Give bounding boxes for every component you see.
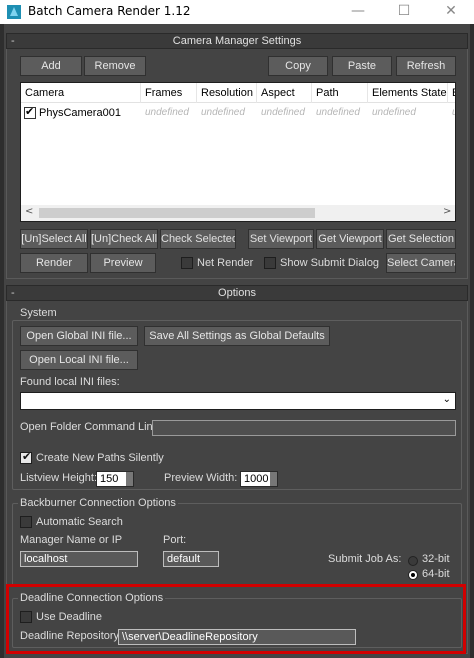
port-label: Port:: [163, 534, 187, 546]
title-bar: Batch Camera Render 1.12 — ☐ ✕: [0, 0, 474, 24]
column-resolution[interactable]: Resolution: [197, 83, 257, 103]
open-folder-cmd-input[interactable]: [152, 420, 456, 436]
close-button[interactable]: ✕: [428, 0, 474, 24]
cell-frames: undefined: [145, 107, 189, 118]
app-icon: [7, 5, 21, 19]
get-selection-button[interactable]: Get Selection: [386, 229, 456, 249]
create-new-paths-checkbox[interactable]: ✔: [20, 450, 32, 464]
listview-height-label: Listview Height:: [20, 472, 98, 484]
radio-32bit-label: 32-bit: [422, 553, 450, 565]
camera-manager-rollout-header[interactable]: - Camera Manager Settings: [6, 33, 468, 49]
radio-64bit-label: 64-bit: [422, 568, 450, 580]
preview-button[interactable]: Preview: [90, 253, 156, 273]
scroll-left-icon[interactable]: <: [25, 206, 33, 217]
cell-path: undefined: [316, 107, 360, 118]
cell-elements-state: undefined: [372, 107, 416, 118]
preview-width-value: 1000: [244, 473, 269, 485]
backburner-group-label: Backburner Connection Options: [18, 497, 178, 509]
horizontal-scrollbar[interactable]: < >: [21, 205, 455, 221]
automatic-search-checkbox[interactable]: [20, 516, 32, 528]
highlight-box: [6, 584, 466, 654]
net-render-checkbox[interactable]: [181, 257, 193, 269]
column-elements[interactable]: Eleme: [448, 83, 455, 103]
automatic-search-label: Automatic Search: [36, 516, 123, 528]
system-group-label: System: [18, 307, 59, 319]
submit-job-as-label: Submit Job As:: [328, 553, 402, 565]
select-camera-button[interactable]: Select Camera: [386, 253, 456, 273]
save-global-defaults-button[interactable]: Save All Settings as Global Defaults: [144, 326, 330, 346]
column-frames[interactable]: Frames: [141, 83, 197, 103]
preview-width-spinner[interactable]: 1000: [240, 471, 278, 487]
open-folder-cmd-label: Open Folder Command Line:: [20, 421, 162, 433]
minimize-button[interactable]: —: [335, 0, 381, 24]
column-camera[interactable]: Camera: [21, 83, 141, 103]
cell-resolution: undefined: [201, 107, 245, 118]
copy-button[interactable]: Copy: [268, 56, 328, 76]
options-title: Options: [218, 287, 256, 299]
port-input[interactable]: default: [163, 551, 219, 567]
chevron-down-icon: ⌄: [442, 394, 451, 405]
radio-64bit[interactable]: [408, 570, 418, 580]
camera-manager-title: Camera Manager Settings: [172, 35, 302, 47]
set-viewport-button[interactable]: Set Viewport: [248, 229, 314, 249]
check-selected-button[interactable]: Check Selected: [160, 229, 236, 249]
create-new-paths-label: Create New Paths Silently: [36, 452, 164, 464]
maximize-button[interactable]: ☐: [381, 0, 427, 24]
paste-button[interactable]: Paste: [332, 56, 392, 76]
scrollbar-thumb[interactable]: [39, 208, 315, 218]
spinner-arrows-icon[interactable]: [126, 472, 133, 486]
get-viewport-button[interactable]: Get Viewport: [316, 229, 384, 249]
scroll-right-icon[interactable]: >: [443, 206, 451, 217]
listview-height-spinner[interactable]: 150: [96, 471, 134, 487]
camera-listview[interactable]: Camera Frames Resolution Aspect Path Ele…: [20, 82, 456, 222]
table-row[interactable]: ✔ PhysCamera001 undefined undefined unde…: [21, 104, 455, 122]
check-icon: ✔: [22, 450, 32, 463]
remove-button[interactable]: Remove: [84, 56, 146, 76]
found-local-ini-dropdown[interactable]: ⌄: [20, 392, 456, 410]
options-rollout-header[interactable]: - Options: [6, 285, 468, 301]
unselect-all-button[interactable]: [Un]Select All: [20, 229, 88, 249]
show-submit-dialog-label: Show Submit Dialog: [280, 257, 380, 269]
cell-elements: undefin: [448, 104, 455, 122]
collapse-icon[interactable]: -: [11, 34, 15, 48]
render-button[interactable]: Render: [20, 253, 88, 273]
refresh-button[interactable]: Refresh: [396, 56, 456, 76]
listview-header: Camera Frames Resolution Aspect Path Ele…: [21, 83, 455, 103]
radio-32bit[interactable]: [408, 556, 418, 566]
found-local-ini-label: Found local INI files:: [20, 376, 120, 388]
show-submit-dialog-checkbox[interactable]: [264, 257, 276, 269]
collapse-icon[interactable]: -: [11, 286, 15, 300]
preview-width-label: Preview Width:: [164, 472, 238, 484]
column-elements-state[interactable]: Elements State: [368, 83, 448, 103]
net-render-label: Net Render: [197, 257, 254, 269]
cell-camera-name: PhysCamera001: [39, 107, 121, 119]
manager-name-label: Manager Name or IP: [20, 534, 123, 546]
add-button[interactable]: Add: [20, 56, 82, 76]
open-global-ini-button[interactable]: Open Global INI file...: [20, 326, 138, 346]
manager-name-input[interactable]: localhost: [20, 551, 138, 567]
column-aspect[interactable]: Aspect: [257, 83, 312, 103]
spinner-arrows-icon[interactable]: [270, 472, 277, 486]
cell-aspect: undefined: [261, 107, 305, 118]
window-title: Batch Camera Render 1.12: [28, 4, 191, 18]
column-path[interactable]: Path: [312, 83, 368, 103]
open-local-ini-button[interactable]: Open Local INI file...: [20, 350, 138, 370]
listview-height-value: 150: [100, 473, 119, 485]
uncheck-all-button[interactable]: [Un]Check All: [90, 229, 158, 249]
